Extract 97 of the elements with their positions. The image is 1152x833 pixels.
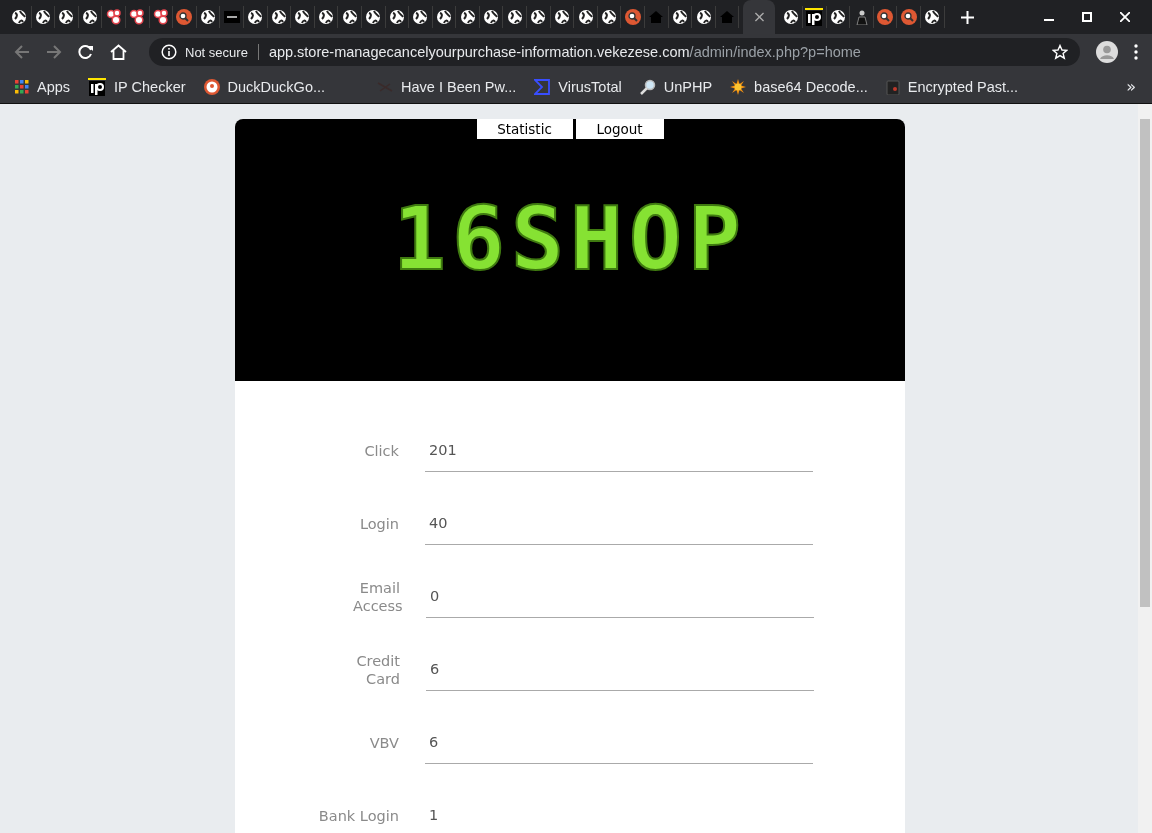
- field-label: Login: [358, 514, 399, 533]
- scrollbar-thumb[interactable]: [1140, 119, 1150, 607]
- new-tab-icon[interactable]: [960, 10, 974, 24]
- globe-icon: [82, 9, 99, 25]
- globe-icon: [924, 9, 941, 25]
- field-label: Email Access: [352, 578, 400, 615]
- house-icon: [648, 9, 665, 25]
- globe-icon: [11, 9, 28, 25]
- bookmark-label: UnPHP: [663, 78, 713, 95]
- bookmark-item[interactable]: Apps: [15, 78, 71, 95]
- magnifier-icon: [877, 9, 894, 25]
- home-icon[interactable]: [110, 44, 127, 60]
- globe-icon: [388, 9, 405, 25]
- star-icon[interactable]: [1052, 44, 1068, 60]
- globe-icon: [200, 9, 217, 25]
- field-label: Bank Login: [317, 806, 399, 825]
- duck-icon: [203, 78, 220, 95]
- bookmark-item[interactable]: VirusTotal: [534, 78, 622, 95]
- bookmark-label: Have I Been Pw...: [401, 78, 517, 95]
- bookmark-label: base64 Decode...: [754, 78, 868, 95]
- globe-icon: [247, 9, 264, 25]
- ip-icon: [88, 77, 107, 96]
- value-field[interactable]: 6: [425, 721, 813, 764]
- back-icon[interactable]: [14, 44, 30, 60]
- more-bookmarks-button[interactable]: »: [1126, 77, 1142, 96]
- bookmark-item[interactable]: base64 Decode...: [730, 78, 868, 95]
- security-label: Not secure: [185, 44, 248, 60]
- field-label: Click: [363, 441, 399, 460]
- magnifier-icon: [624, 9, 641, 25]
- globe-icon: [506, 9, 523, 25]
- reload-icon[interactable]: [78, 44, 94, 60]
- globe-icon: [829, 9, 846, 25]
- globe-icon: [530, 9, 547, 25]
- field-label: VBV: [368, 733, 399, 752]
- globe-icon: [483, 9, 500, 25]
- info-icon: [161, 44, 177, 60]
- globe-icon: [459, 9, 476, 25]
- globe-icon: [601, 9, 618, 25]
- magnifier-icon: [900, 9, 917, 25]
- globe-icon: [671, 9, 688, 25]
- browser-tab[interactable]: ×: [743, 0, 776, 34]
- bookmark-label: Encrypted Past...: [907, 78, 1019, 95]
- grid-icon: [15, 79, 29, 94]
- globe-icon: [318, 9, 334, 25]
- bubbles-icon: [129, 9, 146, 25]
- ip-icon: [805, 8, 824, 26]
- forward-icon[interactable]: [46, 44, 62, 60]
- close-icon[interactable]: [1120, 12, 1130, 22]
- url-text: app.store-managecancelyourpurchase-information.vekezese.com/admin/index.php?p=home: [268, 44, 862, 60]
- value-field[interactable]: 201: [425, 429, 813, 472]
- value-field[interactable]: 0: [426, 575, 814, 618]
- address-bar[interactable]: Not secure app.store-managecancelyourpurchase-information.vekezese.com/admin/index.php?p=home: [149, 38, 1080, 66]
- value-field[interactable]: 6: [426, 648, 814, 691]
- globe-icon: [436, 9, 452, 25]
- bookmark-item[interactable]: IP Checker: [88, 77, 186, 96]
- globe-icon: [695, 9, 712, 25]
- bookmark-item[interactable]: Encrypted Past...: [885, 78, 1019, 95]
- bookmark-item[interactable]: UnPHP: [639, 78, 713, 95]
- globe-icon: [58, 9, 75, 25]
- sigma-icon: [534, 78, 551, 95]
- magnifier-icon: [639, 78, 656, 95]
- globe-icon: [412, 9, 429, 25]
- globe-icon: [365, 9, 382, 25]
- value-field[interactable]: 1: [425, 794, 813, 833]
- globe-icon: [294, 9, 311, 25]
- bookmark-label: DuckDuckGo...: [227, 78, 326, 95]
- sun-icon: [730, 78, 747, 95]
- bubbles-icon: [105, 9, 122, 25]
- avatar-icon[interactable]: [1096, 41, 1118, 63]
- maximize-icon[interactable]: [1082, 12, 1092, 22]
- nav-button[interactable]: Statistic: [476, 119, 573, 139]
- value-field[interactable]: 40: [425, 502, 813, 545]
- menu-icon[interactable]: [1134, 44, 1138, 60]
- bookmark-label: Apps: [37, 78, 71, 95]
- globe-icon: [577, 9, 594, 25]
- bookmark-label: IP Checker: [114, 78, 186, 95]
- house-icon: [719, 9, 736, 25]
- logo: 16SHOP: [393, 195, 747, 283]
- globe-icon: [34, 9, 51, 25]
- globe-icon: [341, 9, 358, 25]
- clipboard-icon: [885, 78, 900, 95]
- nav-button[interactable]: Logout: [575, 119, 664, 139]
- bookmark-item[interactable]: Have I Been Pw...: [377, 78, 517, 95]
- globe-icon: [270, 9, 287, 25]
- bookmark-label: VirusTotal: [558, 78, 622, 95]
- person-icon: [853, 9, 870, 25]
- bubbles-icon: [152, 9, 169, 25]
- bookmark-item[interactable]: DuckDuckGo...: [203, 78, 326, 95]
- globe-icon: [553, 9, 570, 25]
- field-label: Credit Card: [355, 651, 400, 688]
- browser-tab[interactable]: [803, 6, 827, 28]
- dark-square-icon: [223, 9, 240, 25]
- close-tab-icon[interactable]: ×: [752, 9, 767, 25]
- scrollbar[interactable]: [1138, 104, 1152, 833]
- magnifier-icon: [176, 9, 193, 25]
- browser-tab[interactable]: [173, 6, 197, 28]
- globe-icon: [782, 9, 799, 25]
